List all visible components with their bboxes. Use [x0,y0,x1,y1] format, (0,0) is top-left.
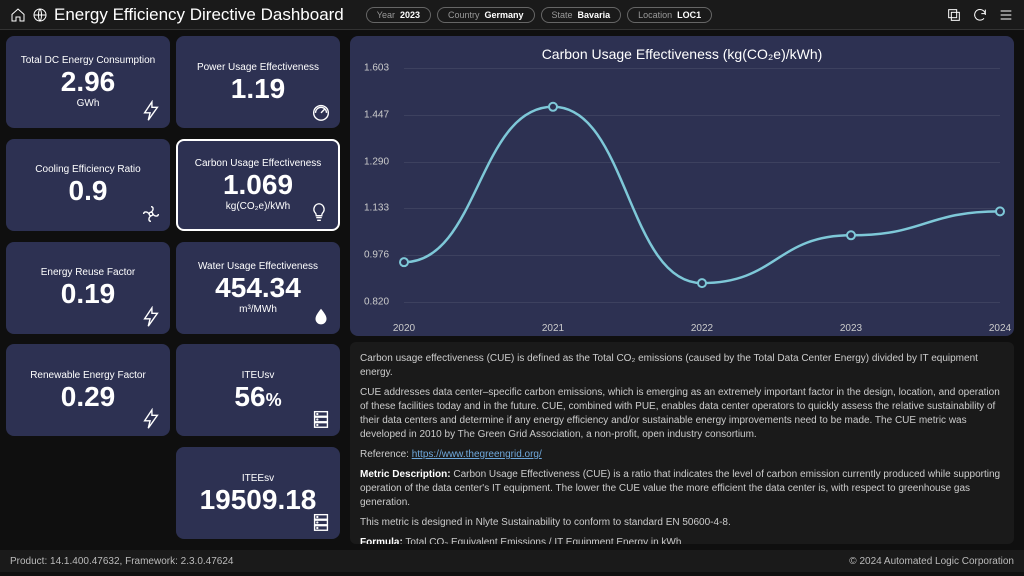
chart-plot-area: 0.8200.9761.1331.2901.4471.6032020202120… [404,68,1000,318]
card-title: ITEEsv [242,473,274,484]
desc-p1: Carbon usage effectiveness (CUE) is defi… [360,352,1004,380]
card-value: 0.29 [61,383,116,411]
x-tick: 2021 [542,323,564,334]
x-tick: 2023 [840,323,862,334]
refresh-icon[interactable] [972,7,988,23]
water-icon [310,306,332,328]
filter-state[interactable]: StateBavaria [541,7,622,23]
export-icon[interactable] [946,7,962,23]
card-value: 19509.18 [200,486,317,514]
card-title: Total DC Energy Consumption [21,55,156,66]
bolt-icon [140,408,162,430]
y-tick: 1.133 [364,203,389,214]
page-title: Energy Efficiency Directive Dashboard [54,5,344,25]
card-unit: m³/MWh [239,304,277,315]
x-tick: 2024 [989,323,1011,334]
metric-card-5[interactable]: Water Usage Effectiveness 454.34 m³/MWh [176,242,340,334]
filter-country[interactable]: CountryGermany [437,7,535,23]
header: Energy Efficiency Directive Dashboard Ye… [0,0,1024,30]
x-tick: 2022 [691,323,713,334]
card-title: Renewable Energy Factor [30,370,146,381]
menu-icon[interactable] [998,7,1014,23]
filter-location[interactable]: LocationLOC1 [627,7,712,23]
card-value: 2.96 [61,68,116,96]
metric-card-0[interactable]: Total DC Energy Consumption 2.96 GWh [6,36,170,128]
card-value: 0.19 [61,280,116,308]
card-title: Cooling Efficiency Ratio [35,164,140,175]
globe-icon[interactable] [32,7,48,23]
footer-copyright: © 2024 Automated Logic Corporation [849,556,1014,567]
card-title: ITEUsv [242,370,275,381]
desc-f-label: Formula: [360,537,403,544]
home-icon[interactable] [10,7,26,23]
server-icon [310,408,332,430]
metric-card-7[interactable]: ITEUsv 56% [176,344,340,436]
footer: Product: 14.1.400.47632, Framework: 2.3.… [0,550,1024,572]
chart-panel: Carbon Usage Effectiveness (kg(CO₂e)/kWh… [350,36,1014,336]
card-value: 1.19 [231,75,286,103]
desc-ref-label: Reference: [360,449,409,460]
server-icon [310,511,332,533]
y-tick: 1.603 [364,63,389,74]
metric-card-6[interactable]: Renewable Energy Factor 0.29 [6,344,170,436]
card-unit: GWh [77,98,100,109]
metric-card-4[interactable]: Energy Reuse Factor 0.19 [6,242,170,334]
card-value: 454.34 [215,274,301,302]
card-value: 0.9 [69,177,108,205]
chart-title: Carbon Usage Effectiveness (kg(CO₂e)/kWh… [364,46,1000,62]
desc-md-label: Metric Description: [360,469,451,480]
y-tick: 0.820 [364,297,389,308]
metric-card-2[interactable]: Cooling Efficiency Ratio 0.9 [6,139,170,231]
desc-f-text: Total CO₂ Equivalent Emissions / IT Equi… [403,537,682,544]
line-chart-svg [404,68,1000,318]
metric-card-grid: Total DC Energy Consumption 2.96 GWh Power … [0,30,346,550]
desc-p3: This metric is designed in Nlyte Sustain… [360,516,1004,530]
card-value: 56% [234,383,281,411]
filter-year[interactable]: Year2023 [366,7,431,23]
metric-card-8[interactable]: ITEEsv 19509.18 [176,447,340,539]
x-tick: 2020 [393,323,415,334]
y-tick: 1.447 [364,109,389,120]
fan-icon [140,203,162,225]
desc-p2: CUE addresses data center–specific carbo… [360,386,1004,442]
reference-link[interactable]: https://www.thegreengrid.org/ [412,449,542,460]
metric-card-3[interactable]: Carbon Usage Effectiveness 1.069 kg(CO₂e)/… [176,139,340,231]
y-tick: 0.976 [364,250,389,261]
footer-product: Product: 14.1.400.47632, Framework: 2.3.… [10,556,233,567]
card-title: Water Usage Effectiveness [198,261,318,272]
card-title: Carbon Usage Effectiveness [195,158,322,169]
gauge-icon [310,100,332,122]
card-title: Energy Reuse Factor [41,267,136,278]
desc-md-text: Carbon Usage Effectiveness (CUE) is a ra… [360,469,1000,508]
metric-card-1[interactable]: Power Usage Effectiveness 1.19 [176,36,340,128]
bulb-icon [308,201,330,223]
description-panel: Carbon usage effectiveness (CUE) is defi… [350,342,1014,544]
card-unit: kg(CO₂e)/kWh [226,201,290,212]
card-title: Power Usage Effectiveness [197,62,319,73]
y-tick: 1.290 [364,156,389,167]
bolt-icon [140,100,162,122]
card-value: 1.069 [223,171,293,199]
bolt-icon [140,306,162,328]
